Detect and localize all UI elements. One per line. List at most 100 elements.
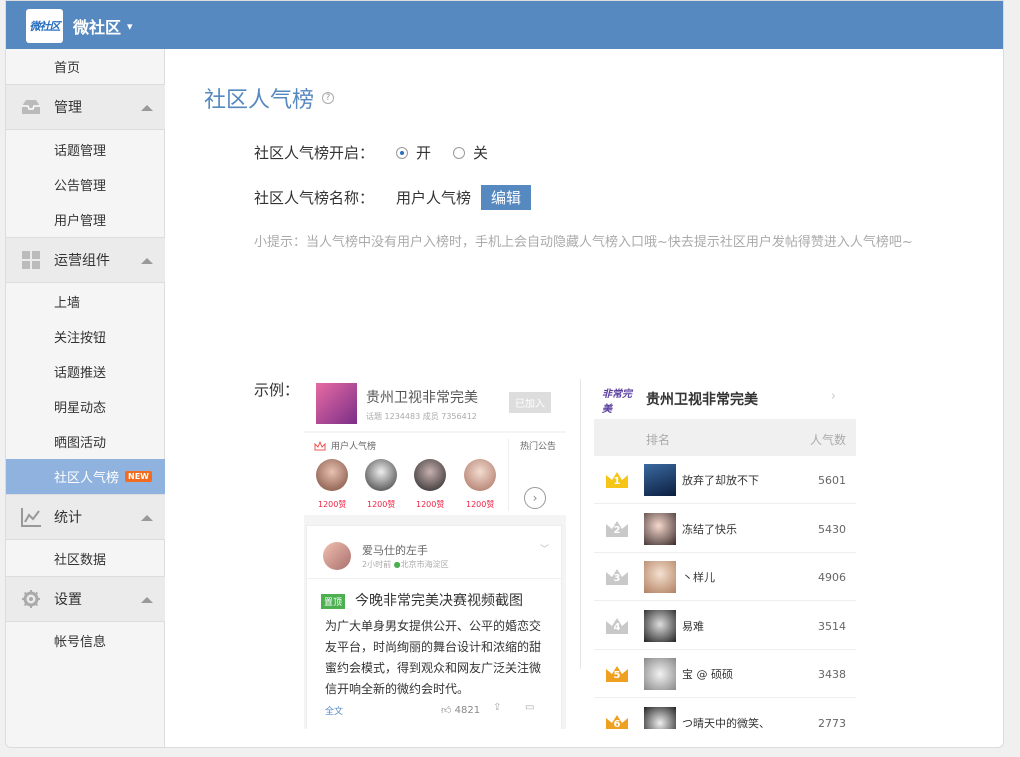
avatar[interactable] (644, 609, 676, 642)
pinned-tag: 置顶 (321, 594, 346, 609)
example-community-home: 贵州卫视非常完美 话题 1234483 成员 7356412 已加入 用户人气榜… (304, 375, 566, 729)
community-header: 贵州卫视非常完美 话题 1234483 成员 7356412 已加入 (304, 375, 566, 431)
example-label: 示例： (254, 381, 300, 399)
avatar[interactable] (644, 706, 676, 729)
column-rank: 排名 (646, 433, 671, 447)
main-content: 社区人气榜 ? 社区人气榜开启： 开 关 社区人气榜名称： 用户人气榜 编辑 小… (166, 49, 1003, 747)
avatar[interactable] (316, 459, 348, 491)
app-frame: 微社区 微社区 ▾ 首页 管理 话题管理 公告管理 用户管理 运营组件 上墙 关… (5, 0, 1004, 748)
sidebar-item-popularity[interactable]: 社区人气榜 NEW (6, 459, 165, 494)
thumbs-up-icon: 👍︎ (441, 705, 452, 716)
radio-off-label[interactable]: 关 (473, 142, 488, 163)
gear-icon (22, 590, 40, 608)
crown-icon: 4 (604, 616, 630, 636)
sidebar-item-photo-event[interactable]: 晒图活动 (6, 424, 165, 459)
radio-on-label[interactable]: 开 (416, 142, 431, 163)
user-name[interactable]: 宝 @ 硕硕 (682, 666, 733, 682)
name-label: 社区人气榜名称： (254, 189, 375, 207)
joined-button[interactable]: 已加入 (509, 392, 551, 413)
community-switcher[interactable]: 微社区 ▾ (73, 14, 133, 38)
post-title[interactable]: 今晚非常完美决赛视频截图 (355, 590, 523, 610)
sidebar-item-notices[interactable]: 公告管理 (6, 167, 165, 202)
popularity-score: 2773 (818, 716, 846, 730)
share-icon[interactable]: ⇪ (493, 702, 501, 713)
avatar[interactable] (365, 459, 397, 491)
like-button[interactable]: 👍︎ 4821 (441, 704, 480, 716)
comment-icon[interactable]: ▭ (525, 702, 534, 713)
top-bar: 微社区 微社区 ▾ (6, 1, 1003, 49)
enable-label: 社区人气榜开启： (254, 144, 375, 162)
sidebar-group-operations[interactable]: 运营组件 (6, 237, 165, 283)
community-logo: 非常完美 (602, 389, 632, 415)
popularity-score: 3438 (818, 668, 846, 681)
divider (580, 379, 581, 669)
sidebar-item-home[interactable]: 首页 (6, 49, 165, 84)
sidebar-item-users[interactable]: 用户管理 (6, 202, 165, 237)
crown-icon: 2 (604, 519, 630, 539)
avatar[interactable] (464, 459, 496, 491)
user-name[interactable]: 放弃了却放不下 (682, 472, 759, 488)
avatar[interactable] (644, 561, 676, 593)
radio-on[interactable] (396, 146, 409, 159)
collapse-icon (141, 597, 153, 603)
list-item[interactable]: 1 放弃了却放不下 5601 (594, 456, 856, 504)
post-card[interactable]: 爱马仕的左手 2小时前 ●北京市海淀区 ﹀ 置顶 今晚非常完美决赛视频截图 为广… (306, 525, 562, 729)
sidebar-item-topics[interactable]: 话题管理 (6, 132, 165, 167)
like-count: 1200赞 (466, 500, 495, 509)
list-item[interactable]: 4 易难 3514 (594, 602, 856, 650)
example-popularity-list: 非常完美 贵州卫视非常完美 › 排名 人气数 1 放弃了却放不下 5601 2 冻结了快… (594, 375, 856, 729)
post-author[interactable]: 爱马仕的左手 (362, 542, 428, 558)
edit-button[interactable]: 编辑 (481, 185, 532, 210)
avatar[interactable] (644, 658, 676, 690)
list-item[interactable]: 2 冻结了快乐 5430 (594, 505, 856, 553)
popularity-score: 3514 (818, 619, 846, 633)
post-body: 为广大单身男女提供公开、公平的婚恋交友平台，时尚绚丽的舞台设计和浓缩的甜蜜约会模… (325, 619, 542, 696)
app-logo[interactable]: 微社区 (26, 9, 63, 43)
like-count: 4821 (454, 705, 481, 716)
location-pin-icon: ● (393, 560, 401, 569)
help-icon[interactable]: ? (322, 92, 335, 104)
ranking-title: 用户人气榜 (314, 439, 376, 452)
sidebar-group-settings[interactable]: 设置 (6, 576, 165, 622)
table-header: 排名 人气数 (594, 419, 856, 456)
sidebar-item-community-data[interactable]: 社区数据 (6, 541, 165, 576)
sidebar-item-label: 社区人气榜 (54, 471, 120, 486)
sidebar-item-topic-push[interactable]: 话题推送 (6, 354, 165, 389)
full-text-link[interactable]: 全文 (325, 704, 343, 717)
avatar[interactable] (414, 459, 446, 491)
sidebar-group-stats[interactable]: 统计 (6, 494, 165, 540)
page-title: 社区人气榜 ? (204, 82, 335, 114)
user-name[interactable]: つ晴天中的微笑、 (682, 715, 770, 730)
list-item[interactable]: 6 つ晴天中的微笑、 2773 (594, 699, 856, 730)
user-name[interactable]: 丶样儿 (682, 569, 715, 585)
more-arrow-icon[interactable]: › (524, 487, 546, 509)
sidebar-item-star-feed[interactable]: 明星动态 (6, 389, 165, 424)
user-name[interactable]: 冻结了快乐 (682, 521, 737, 537)
sidebar-item-account[interactable]: 帐号信息 (6, 623, 165, 658)
avatar[interactable] (644, 464, 676, 496)
crown-icon: 1 (604, 470, 630, 490)
community-name: 贵州卫视非常完美 (366, 390, 478, 406)
list-item[interactable]: 5 宝 @ 硕硕 3438 (594, 650, 856, 698)
user-name[interactable]: 易难 (682, 618, 704, 634)
crown-icon: 3 (604, 567, 630, 587)
community-stats: 话题 1234483 成员 7356412 (366, 412, 477, 421)
sidebar-group-manage[interactable]: 管理 (6, 84, 165, 130)
collapse-icon (141, 105, 153, 111)
sidebar-item-follow-button[interactable]: 关注按钮 (6, 319, 165, 354)
divider (307, 578, 561, 579)
sidebar-group-label: 管理 (54, 100, 82, 116)
chart-icon (21, 508, 41, 527)
chevron-down-icon[interactable]: ﹀ (540, 542, 549, 555)
sidebar-item-wall[interactable]: 上墙 (6, 284, 165, 319)
rank-number: 4 (613, 621, 621, 633)
list-item[interactable]: 3 丶样儿 4906 (594, 553, 856, 601)
avatar[interactable] (644, 512, 676, 545)
chevron-right-icon[interactable]: › (831, 389, 836, 404)
tip-text: 小提示：当人气榜中没有用户入榜时，手机上会自动隐藏人气榜入口哦~快去提示社区用户… (254, 235, 913, 250)
rank-number: 3 (613, 573, 621, 584)
avatar[interactable] (323, 542, 351, 570)
collapse-icon (141, 258, 153, 264)
radio-off[interactable] (453, 146, 466, 159)
ranking-strip: 用户人气榜 热门公告 1200赞 1200赞 1200赞 1200赞 › (304, 433, 566, 515)
